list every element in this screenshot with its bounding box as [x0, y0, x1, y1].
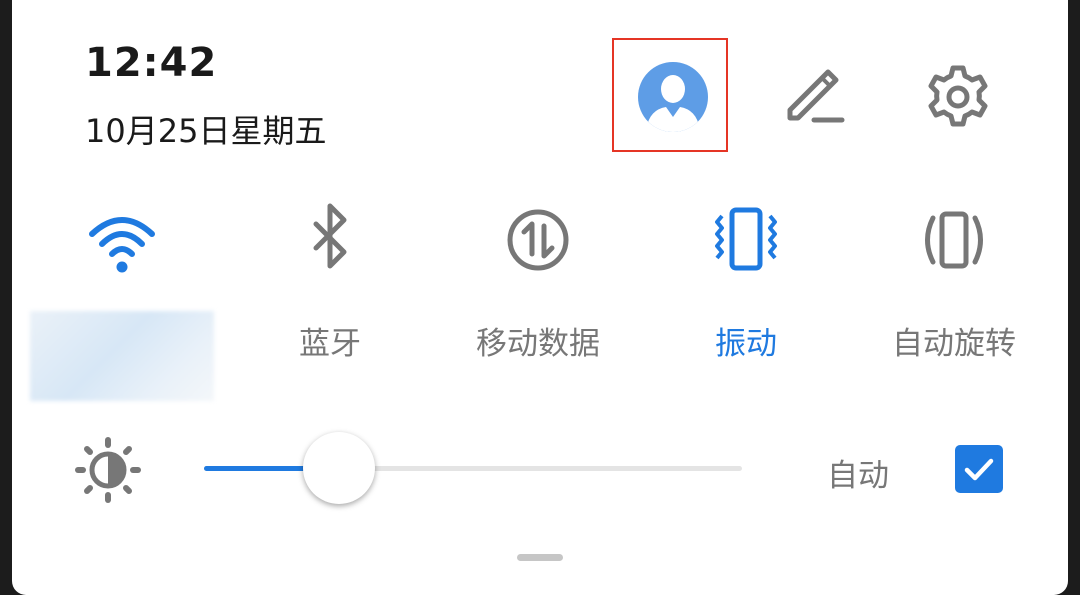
avatar-icon	[638, 62, 708, 132]
avatar-button[interactable]	[612, 38, 728, 152]
tile-bluetooth[interactable]: 蓝牙	[230, 190, 430, 370]
brightness-slider[interactable]	[204, 430, 742, 506]
mobile-data-icon	[507, 209, 569, 271]
auto-brightness-label: 自动	[827, 458, 889, 494]
bluetooth-icon	[313, 203, 347, 269]
vibrate-icon	[715, 207, 777, 271]
tile-label-bluetooth: 蓝牙	[299, 326, 361, 362]
tile-label-auto-rotate: 自动旋转	[892, 326, 1016, 362]
clock-date: 10月25日星期五	[85, 112, 327, 150]
slider-thumb[interactable]	[302, 432, 375, 504]
tile-label-mobile-data: 移动数据	[476, 326, 600, 362]
tile-vibrate[interactable]: 振动	[646, 190, 846, 370]
brightness-icon	[75, 437, 141, 503]
quick-settings-panel: 12:42 10月25日星期五 蓝牙 移动数据 振动 自动旋转 自动	[12, 0, 1068, 595]
wifi-icon	[89, 217, 155, 273]
tile-label-vibrate: 振动	[715, 326, 777, 362]
gear-icon[interactable]	[923, 62, 993, 132]
tile-auto-rotate[interactable]: 自动旋转	[854, 190, 1054, 370]
wifi-network-name-redacted	[30, 311, 214, 401]
edit-pencil-icon[interactable]	[778, 62, 848, 132]
tile-mobile-data[interactable]: 移动数据	[438, 190, 638, 370]
checkmark-icon	[964, 458, 994, 481]
clock-time: 12:42	[85, 40, 218, 86]
auto-brightness-checkbox[interactable]	[955, 445, 1003, 493]
auto-rotate-icon	[925, 211, 983, 269]
drag-handle[interactable]	[517, 554, 563, 561]
